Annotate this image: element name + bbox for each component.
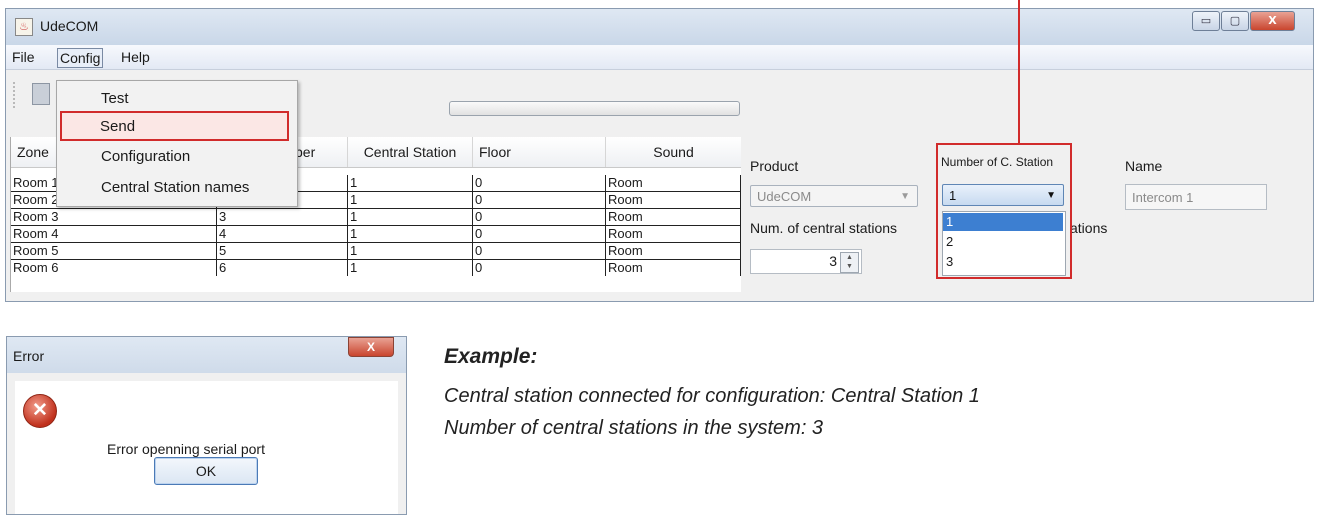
num-central-stations-label: Num. of central stations bbox=[750, 220, 898, 236]
annotation-highlight-box bbox=[936, 143, 1072, 279]
menu-help[interactable]: Help bbox=[119, 48, 152, 66]
maximize-button[interactable]: ▢ bbox=[1221, 11, 1249, 31]
table-row[interactable]: Room 6 6 1 0 Room bbox=[11, 260, 741, 277]
chevron-down-icon: ▼ bbox=[900, 191, 910, 202]
minimize-button[interactable]: ▭ bbox=[1192, 11, 1220, 31]
cell-number: 3 bbox=[217, 209, 348, 225]
menu-item-send[interactable]: Send bbox=[60, 111, 289, 141]
name-value: Intercom 1 bbox=[1132, 190, 1194, 205]
name-label: Name bbox=[1125, 158, 1163, 174]
num-central-stations-spinner[interactable]: 3 ▲ ▼ bbox=[750, 249, 862, 274]
cell-floor: 0 bbox=[473, 243, 606, 259]
window-title: UdeCOM bbox=[40, 18, 99, 34]
column-header-floor[interactable]: Floor bbox=[473, 137, 606, 167]
menu-file[interactable]: File bbox=[10, 48, 37, 66]
toolbar-grip[interactable] bbox=[13, 82, 17, 108]
cell-sound: Room bbox=[606, 226, 741, 242]
name-field[interactable]: Intercom 1 bbox=[1125, 184, 1267, 210]
cell-central-station: 1 bbox=[348, 192, 473, 208]
progress-bar bbox=[449, 101, 740, 116]
table-row[interactable]: Room 4 4 1 0 Room bbox=[11, 226, 741, 243]
cell-zone: Room 3 bbox=[11, 209, 217, 225]
menu-config[interactable]: Config bbox=[57, 48, 104, 68]
error-message: Error openning serial port bbox=[107, 441, 265, 457]
cell-floor: 0 bbox=[473, 226, 606, 242]
cell-zone: Room 6 bbox=[11, 260, 217, 276]
cell-sound: Room bbox=[606, 192, 741, 208]
table-row[interactable]: Room 3 3 1 0 Room bbox=[11, 209, 741, 226]
error-x-icon: ✕ bbox=[23, 394, 57, 428]
cell-number: 4 bbox=[217, 226, 348, 242]
spinner-arrows-icon[interactable]: ▲ ▼ bbox=[840, 252, 859, 273]
column-header-central-station[interactable]: Central Station bbox=[348, 137, 473, 167]
column-header-sound[interactable]: Sound bbox=[606, 137, 741, 167]
cell-floor: 0 bbox=[473, 260, 606, 276]
cell-sound: Room bbox=[606, 209, 741, 225]
dialog-title-bar: Error X bbox=[7, 337, 406, 373]
table-row[interactable]: Room 5 5 1 0 Room bbox=[11, 243, 741, 260]
menu-item-test[interactable]: Test bbox=[101, 90, 129, 107]
dialog-close-button[interactable]: X bbox=[348, 337, 394, 357]
example-title: Example: bbox=[444, 345, 538, 368]
dialog-title: Error bbox=[13, 348, 45, 364]
cell-sound: Room bbox=[606, 260, 741, 276]
cell-central-station: 1 bbox=[348, 226, 473, 242]
product-label: Product bbox=[750, 158, 799, 174]
cell-zone: Room 5 bbox=[11, 243, 217, 259]
config-menu-dropdown: Test Configuration Central Station names bbox=[56, 80, 298, 207]
menu-item-configuration[interactable]: Configuration bbox=[101, 148, 190, 165]
toolbar-file-icon[interactable] bbox=[32, 83, 50, 105]
annotation-pointer-line bbox=[1018, 0, 1020, 143]
cell-floor: 0 bbox=[473, 175, 606, 191]
cell-zone: Room 4 bbox=[11, 226, 217, 242]
example-line-1: Central station connected for configurat… bbox=[444, 385, 980, 407]
java-app-icon: ♨ bbox=[15, 18, 33, 36]
menu-bar: File Config Help bbox=[6, 45, 1313, 70]
product-combo[interactable]: UdeCOM ▼ bbox=[750, 185, 918, 207]
error-dialog: Error X Error openning serial port OK bbox=[6, 336, 407, 515]
cell-floor: 0 bbox=[473, 209, 606, 225]
menu-item-send-label: Send bbox=[100, 118, 136, 135]
menu-item-central-station-names[interactable]: Central Station names bbox=[101, 179, 249, 196]
dialog-body: Error openning serial port OK bbox=[15, 381, 398, 514]
title-bar: ♨ UdeCOM ▭ ▢ X bbox=[6, 9, 1313, 45]
num-central-stations-value: 3 bbox=[829, 253, 837, 269]
cell-sound: Room bbox=[606, 243, 741, 259]
close-button[interactable]: X bbox=[1250, 11, 1295, 31]
ok-button[interactable]: OK bbox=[154, 457, 258, 485]
cell-central-station: 1 bbox=[348, 175, 473, 191]
cell-sound: Room bbox=[606, 175, 741, 191]
cell-number: 5 bbox=[217, 243, 348, 259]
cell-number: 6 bbox=[217, 260, 348, 276]
cell-central-station: 1 bbox=[348, 243, 473, 259]
product-value: UdeCOM bbox=[757, 189, 812, 204]
example-line-2: Number of central stations in the system… bbox=[444, 417, 824, 439]
cell-central-station: 1 bbox=[348, 260, 473, 276]
obscured-label: ations bbox=[1070, 220, 1108, 236]
cell-floor: 0 bbox=[473, 192, 606, 208]
cell-central-station: 1 bbox=[348, 209, 473, 225]
